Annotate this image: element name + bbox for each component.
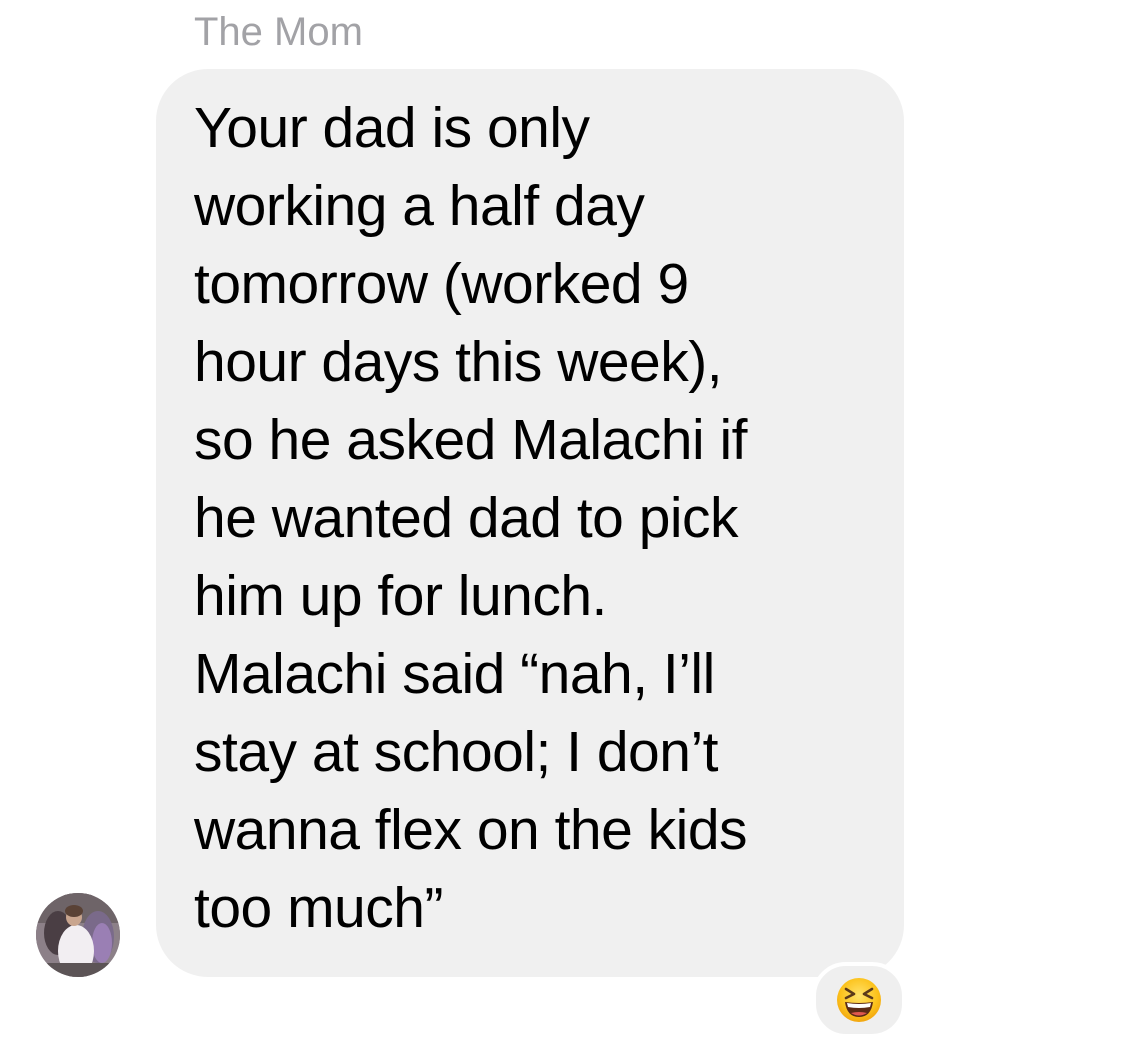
message-line: hour days this week), <box>194 330 723 394</box>
message-line: too much” <box>194 876 443 940</box>
message-line: so he asked Malachi if <box>194 408 747 472</box>
message-bubble[interactable]: Your dad is only working a half day tomo… <box>156 69 904 977</box>
profile-photo-icon <box>36 893 120 977</box>
message-line: working a half day <box>194 174 645 238</box>
message-line: Your dad is only <box>194 96 590 160</box>
message-line: him up for lunch. <box>194 564 607 628</box>
message-line: Malachi said “nah, I’ll <box>194 642 715 706</box>
message-line: tomorrow (worked 9 <box>194 252 689 316</box>
sender-name: The Mom <box>194 10 363 54</box>
avatar[interactable] <box>36 893 120 977</box>
message-line: stay at school; I don’t <box>194 720 718 784</box>
message-text: Your dad is only working a half day tomo… <box>194 89 894 947</box>
message-line: wanna flex on the kids <box>194 798 748 862</box>
reaction-badge[interactable] <box>812 962 906 1038</box>
grinning-squinting-face-icon <box>837 978 881 1022</box>
message-line: he wanted dad to pick <box>194 486 739 550</box>
